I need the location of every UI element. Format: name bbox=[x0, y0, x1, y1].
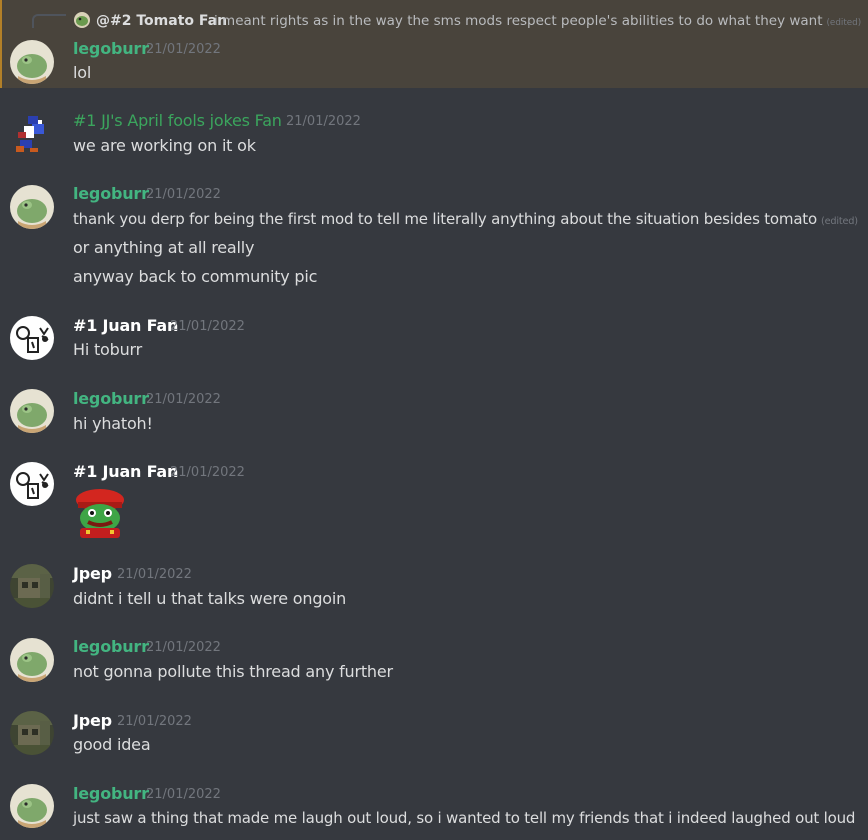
message-text: just saw a thing that made me laugh out … bbox=[73, 809, 856, 827]
mario-frog-emoji[interactable] bbox=[72, 486, 128, 540]
message-timestamp: 21/01/2022 bbox=[146, 787, 221, 802]
message-timestamp: 21/01/2022 bbox=[146, 640, 221, 655]
avatar[interactable] bbox=[10, 462, 54, 506]
message-timestamp: 21/01/2022 bbox=[146, 187, 221, 202]
message-author[interactable]: legoburr bbox=[73, 183, 149, 205]
message-text: Hi toburr bbox=[73, 340, 142, 359]
message-timestamp: 21/01/2022 bbox=[286, 114, 361, 129]
avatar[interactable] bbox=[10, 564, 54, 608]
reply-edited-tag: (edited) bbox=[826, 18, 862, 28]
message-text: hi yhatoh! bbox=[73, 414, 153, 433]
message-author[interactable]: legoburr bbox=[73, 636, 149, 658]
message-timestamp: 21/01/2022 bbox=[146, 42, 221, 57]
avatar[interactable] bbox=[10, 784, 54, 828]
edited-tag: (edited) bbox=[820, 216, 858, 227]
message-author[interactable]: #1 Juan Fan bbox=[73, 461, 178, 483]
message-timestamp: 21/01/2022 bbox=[117, 567, 192, 582]
message-timestamp: 21/01/2022 bbox=[170, 319, 245, 334]
message-text: didnt i tell u that talks were ongoin bbox=[73, 589, 347, 608]
avatar[interactable] bbox=[10, 112, 54, 156]
message-author[interactable]: legoburr bbox=[73, 388, 149, 410]
message-text: anyway back to community pic bbox=[73, 267, 318, 286]
message-timestamp: 21/01/2022 bbox=[170, 465, 245, 480]
avatar[interactable] bbox=[10, 389, 54, 433]
avatar[interactable] bbox=[10, 711, 54, 755]
message-text: or anything at all really bbox=[73, 238, 255, 257]
avatar[interactable] bbox=[10, 316, 54, 360]
reply-author[interactable]: @#2 Tomato Fan bbox=[96, 12, 227, 30]
message-author[interactable]: #1 JJ's April fools jokes Fan bbox=[73, 110, 282, 132]
reply-preview[interactable]: i meant rights as in the way the sms mod… bbox=[214, 12, 861, 32]
reply-spine bbox=[32, 14, 66, 28]
message-author[interactable]: Jpep bbox=[73, 710, 112, 732]
message-author[interactable]: Jpep bbox=[73, 563, 112, 585]
message-text: good idea bbox=[73, 735, 151, 754]
message-line: thank you derp for being the first mod t… bbox=[73, 210, 817, 228]
message-text: thank you derp for being the first mod t… bbox=[73, 208, 858, 233]
message-timestamp: 21/01/2022 bbox=[146, 392, 221, 407]
reply-avatar[interactable] bbox=[74, 12, 90, 28]
avatar[interactable] bbox=[10, 40, 54, 84]
mention-highlight-bar bbox=[0, 0, 2, 88]
message-author[interactable]: legoburr bbox=[73, 38, 149, 60]
message-timestamp: 21/01/2022 bbox=[117, 714, 192, 729]
message-text: lol bbox=[73, 63, 92, 82]
avatar[interactable] bbox=[10, 185, 54, 229]
reply-preview-text: i meant rights as in the way the sms mod… bbox=[214, 13, 823, 29]
message-author[interactable]: #1 Juan Fan bbox=[73, 315, 178, 337]
message-text: not gonna pollute this thread any furthe… bbox=[73, 662, 393, 681]
message-author[interactable]: legoburr bbox=[73, 783, 149, 805]
avatar[interactable] bbox=[10, 638, 54, 682]
message-text: we are working on it ok bbox=[73, 136, 256, 155]
